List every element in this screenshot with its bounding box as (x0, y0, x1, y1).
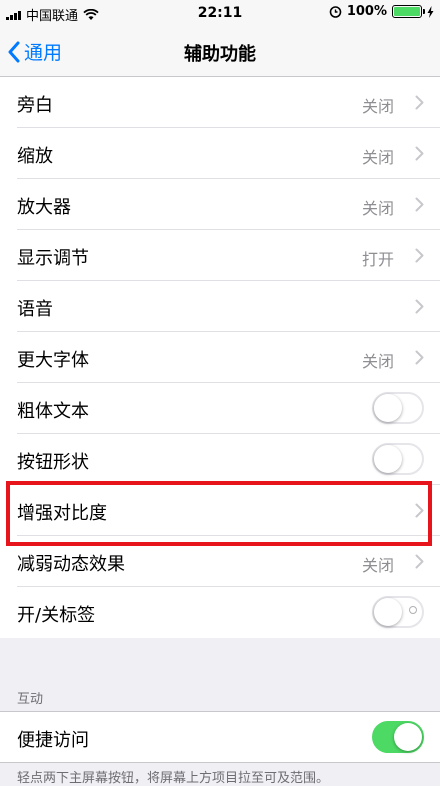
on-off-labels-toggle[interactable] (372, 596, 424, 628)
page-title: 辅助功能 (184, 44, 256, 65)
chevron-right-icon (415, 350, 424, 365)
settings-row-magnifier[interactable]: 放大器 关闭 (0, 179, 440, 230)
settings-row-voiceover[interactable]: 旁白 关闭 (0, 77, 440, 128)
settings-row-on-off-labels[interactable]: 开/关标签 (0, 587, 440, 638)
settings-row-label: 显示调节 (17, 248, 89, 269)
chevron-right-icon (415, 248, 424, 263)
settings-row-label: 更大字体 (17, 350, 89, 371)
settings-row-value: 关闭 (361, 352, 394, 371)
battery-percent: 100% (346, 4, 387, 19)
reachability-footer-note: 轻点两下主屏幕按钮，将屏幕上方项目拉至可及范围。 (17, 771, 330, 786)
settings-row-speech[interactable]: 语音 (0, 281, 440, 332)
settings-row-label: 放大器 (17, 197, 71, 218)
chevron-right-icon (415, 95, 424, 110)
chevron-right-icon (415, 197, 424, 212)
settings-row-label: 开/关标签 (17, 605, 96, 626)
settings-row-zoom[interactable]: 缩放 关闭 (0, 128, 440, 179)
settings-row-bold-text[interactable]: 粗体文本 (0, 383, 440, 434)
navigation-bar: 通用 辅助功能 (0, 28, 440, 77)
settings-row-label: 缩放 (17, 146, 53, 167)
chevron-right-icon (415, 299, 424, 314)
settings-row-label: 便捷访问 (17, 730, 89, 751)
chevron-right-icon (415, 554, 424, 569)
settings-row-display-accommodations[interactable]: 显示调节 打开 (0, 230, 440, 281)
settings-row-larger-text[interactable]: 更大字体 关闭 (0, 332, 440, 383)
settings-row-value: 关闭 (361, 556, 394, 575)
button-shapes-toggle[interactable] (372, 443, 424, 475)
settings-row-reachability[interactable]: 便捷访问 (0, 712, 440, 762)
settings-row-label: 减弱动态效果 (17, 554, 125, 575)
settings-row-label: 旁白 (17, 95, 53, 116)
settings-row-label: 按钮形状 (17, 452, 89, 473)
charging-icon (427, 5, 434, 18)
settings-row-value: 关闭 (361, 148, 394, 167)
toggle-off-indicator-icon (409, 606, 417, 614)
battery-icon (392, 5, 425, 18)
settings-row-value: 关闭 (361, 97, 394, 116)
status-bar: 中国联通 22:11 100% (0, 0, 440, 28)
bold-text-toggle[interactable] (372, 392, 424, 424)
settings-row-button-shapes[interactable]: 按钮形状 (0, 434, 440, 485)
accessibility-settings-list: 旁白 关闭 缩放 关闭 放大器 关闭 显示调节 打开 语音 更大字体 关闭 粗体文本 按钮形状 增强对比度… (0, 77, 440, 638)
settings-row-label: 语音 (17, 299, 53, 320)
reachability-toggle[interactable] (372, 721, 424, 753)
chevron-right-icon (415, 146, 424, 161)
alarm-icon (329, 6, 342, 18)
settings-row-value: 打开 (361, 250, 394, 269)
settings-row-label: 粗体文本 (17, 401, 89, 422)
highlight-box (6, 481, 432, 546)
section-header-interaction: 互动 (17, 692, 44, 707)
settings-row-value: 关闭 (361, 199, 394, 218)
interaction-settings-list: 便捷访问 (0, 711, 440, 763)
